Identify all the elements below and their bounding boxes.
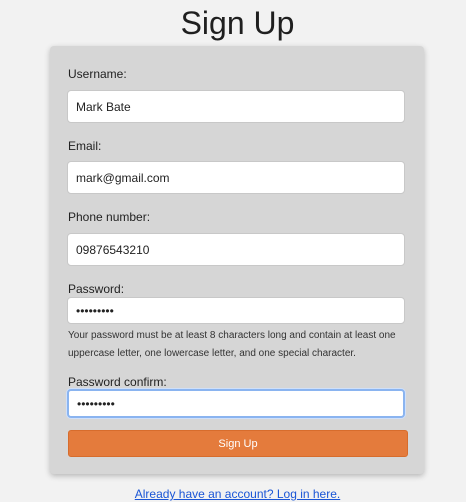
password-label: Password: <box>68 282 125 296</box>
username-input[interactable] <box>67 90 405 123</box>
password-confirm-label: Password confirm: <box>68 375 167 389</box>
sign-up-button[interactable]: Sign Up <box>68 430 408 457</box>
email-label: Email: <box>68 139 102 153</box>
signup-page: Sign Up Username: Email: Phone number: P… <box>0 0 466 502</box>
page-title: Sign Up <box>180 5 295 41</box>
password-confirm-input[interactable] <box>67 389 405 418</box>
username-label: Username: <box>68 67 127 81</box>
login-link[interactable]: Already have an account? Log in here. <box>0 487 466 501</box>
email-input[interactable] <box>67 161 405 194</box>
signup-form: Username: Email: Phone number: Password:… <box>50 46 424 474</box>
phone-input[interactable] <box>67 233 405 266</box>
password-requirements-hint: Your password must be at least 8 charact… <box>68 330 396 359</box>
phone-label: Phone number: <box>68 210 151 224</box>
password-input[interactable] <box>67 297 405 324</box>
